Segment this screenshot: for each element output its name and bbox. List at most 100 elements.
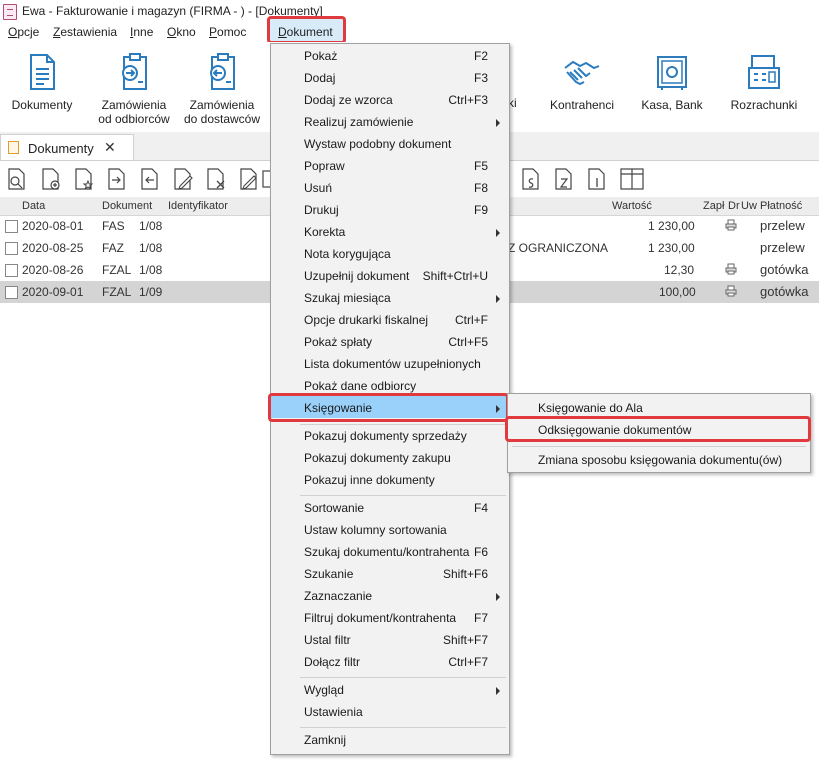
menu-item-zamknij[interactable]: Zamknij	[304, 733, 346, 747]
row-checkbox[interactable]	[5, 242, 18, 255]
submenu-item-ksiegowanie-do-ala[interactable]: Księgowanie do Ala	[538, 401, 643, 415]
menu-item-pokazuj-inne[interactable]: Pokazuj inne dokumenty	[304, 473, 435, 487]
column-header-wartosc[interactable]: Wartość	[612, 200, 652, 212]
column-header-dr[interactable]: Dr	[728, 200, 740, 212]
menu-item-dolacz-filtr[interactable]: Dołącz filtr	[304, 655, 360, 669]
shortcut-popraw: F5	[473, 159, 488, 173]
ribbon-kontrahenci-button[interactable]: Kontrahenci	[544, 52, 620, 112]
outgoing-order-icon	[210, 53, 235, 90]
menu-item-ustawienia[interactable]: Ustawienia	[304, 705, 363, 719]
add-document-icon[interactable]	[40, 167, 62, 191]
row-checkbox[interactable]	[5, 264, 18, 277]
printer-icon	[725, 219, 737, 231]
cash-register-icon	[748, 55, 780, 89]
similar-document-icon[interactable]	[139, 167, 161, 191]
edit-document-icon[interactable]	[172, 167, 194, 191]
row-date: 2020-09-01	[22, 285, 84, 299]
menu-dokument[interactable]: Dokument	[278, 25, 333, 39]
close-tab-icon[interactable]: ✕	[104, 139, 116, 156]
row-number: 1/08	[139, 263, 163, 277]
menu-item-szukaj-dokumentu[interactable]: Szukaj dokumentu/kontrahenta	[304, 545, 469, 559]
submenu-item-zmiana-sposobu[interactable]: Zmiana sposobu księgowania dokumentu(ów)	[538, 453, 782, 467]
row-payment: przelew	[760, 240, 805, 255]
menu-separator	[300, 677, 506, 678]
menu-item-uzupelnij-dokument[interactable]: Uzupełnij dokument	[304, 269, 409, 283]
row-value: 1 230,00	[648, 241, 695, 255]
ribbon-dokumenty-button[interactable]: Dokumenty	[6, 52, 78, 112]
menu-inne[interactable]: Inne	[130, 25, 153, 39]
menu-item-dodaj-ze-wzorca[interactable]: Dodaj ze wzorca	[304, 93, 393, 107]
menu-item-zaznaczanie[interactable]: Zaznaczanie	[304, 589, 372, 603]
submenu-arrow-icon	[496, 593, 500, 601]
column-header-dokument[interactable]: Dokument	[102, 200, 152, 212]
row-date: 2020-08-01	[22, 219, 84, 233]
menu-item-popraw[interactable]: Popraw	[304, 159, 345, 173]
sort-s-icon[interactable]	[520, 167, 542, 191]
menu-item-ustal-filtr[interactable]: Ustal filtr	[304, 633, 351, 647]
shortcut-usun: F8	[473, 181, 488, 195]
column-header-identyfikator[interactable]: Identyfikator	[168, 200, 228, 212]
realize-order-icon[interactable]	[106, 167, 128, 191]
menu-item-szukanie[interactable]: Szukanie	[304, 567, 353, 581]
row-value: 1 230,00	[648, 219, 695, 233]
sort-z-icon[interactable]	[553, 167, 575, 191]
print-partial-icon[interactable]	[262, 167, 270, 191]
menu-item-filtruj[interactable]: Filtruj dokument/kontrahenta	[304, 611, 456, 625]
column-header-platnosc[interactable]: Płatność	[760, 200, 802, 212]
add-from-template-icon[interactable]	[73, 167, 95, 191]
ribbon-kasa-bank-button[interactable]: Kasa, Bank	[636, 52, 708, 112]
shortcut-dodaj: F3	[473, 71, 488, 85]
menu-item-lista-dokumentow[interactable]: Lista dokumentów uzupełnionych	[304, 357, 481, 371]
menu-item-pokaz-splaty[interactable]: Pokaż spłaty	[304, 335, 372, 349]
preview-document-icon[interactable]	[6, 167, 28, 191]
row-checkbox[interactable]	[5, 220, 18, 233]
shortcut-dolacz-filtr: Ctrl+F7	[448, 655, 488, 669]
menu-item-korekta[interactable]: Korekta	[304, 225, 345, 239]
row-checkbox[interactable]	[5, 286, 18, 299]
menu-item-usun[interactable]: Usuń	[304, 181, 332, 195]
menu-item-nota-korygujaca[interactable]: Nota korygująca	[304, 247, 391, 261]
menu-item-ustaw-kolumny[interactable]: Ustaw kolumny sortowania	[304, 523, 447, 537]
ribbon-rozrachunki-button[interactable]: Rozrachunki	[724, 52, 804, 112]
shortcut-ustal-filtr: Shift+F7	[442, 633, 488, 647]
menu-item-wyglad[interactable]: Wygląd	[304, 683, 344, 697]
menu-item-pokazuj-zakupu[interactable]: Pokazuj dokumenty zakupu	[304, 451, 451, 465]
menu-item-realizuj-zamowienie[interactable]: Realizuj zamówienie	[304, 115, 413, 129]
ribbon-zam-dost-label-2: do dostawców	[183, 112, 261, 126]
menu-item-pokazuj-sprzedazy[interactable]: Pokazuj dokumenty sprzedaży	[304, 429, 467, 443]
row-number: 1/09	[139, 285, 163, 299]
row-value: 12,30	[664, 263, 695, 277]
menu-opcje[interactable]: Opcje	[8, 25, 39, 39]
ribbon-zam-odb-label-2: od odbiorców	[98, 112, 170, 126]
row-type: FZAL	[102, 263, 132, 277]
menu-separator	[300, 424, 506, 425]
ribbon-zamowienia-dostawcow-button[interactable]: Zamówienia do dostawców	[180, 52, 264, 126]
menu-pomoc[interactable]: Pomoc	[209, 25, 246, 39]
menu-zestawienia[interactable]: Zestawienia	[53, 25, 117, 39]
row-name: Z OGRANICZONA	[508, 241, 609, 255]
menu-item-pokaz[interactable]: Pokaż	[304, 49, 337, 63]
menu-okno[interactable]: Okno	[167, 25, 196, 39]
menu-item-wystaw-podobny[interactable]: Wystaw podobny dokument	[304, 137, 451, 151]
row-number: 1/08	[139, 219, 163, 233]
sort-i-icon[interactable]	[586, 167, 608, 191]
edit-note-icon[interactable]	[238, 167, 260, 191]
menu-separator	[300, 727, 506, 728]
menu-item-dodaj[interactable]: Dodaj	[304, 71, 335, 85]
ribbon-zamowienia-odbiorcow-button[interactable]: Zamówienia od odbiorców	[92, 52, 176, 126]
menu-item-opcje-drukarki[interactable]: Opcje drukarki fiskalnej	[304, 313, 428, 327]
menu-item-szukaj-miesiaca[interactable]: Szukaj miesiąca	[304, 291, 391, 305]
ribbon-zam-dost-label-1: Zamówienia	[189, 98, 255, 112]
columns-icon[interactable]	[619, 167, 645, 191]
column-header-data[interactable]: Data	[22, 200, 45, 212]
row-value: 100,00	[659, 285, 696, 299]
submenu-arrow-icon	[496, 687, 500, 695]
column-header-uw[interactable]: Uw	[741, 200, 757, 212]
menu-item-pokaz-dane-odbiorcy[interactable]: Pokaż dane odbiorcy	[304, 379, 416, 393]
ribbon-rozrachunki-label: Rozrachunki	[730, 98, 798, 112]
delete-document-icon[interactable]	[205, 167, 227, 191]
menu-item-drukuj[interactable]: Drukuj	[304, 203, 339, 217]
shortcut-opcje-drukarki: Ctrl+F	[455, 313, 488, 327]
menu-item-sortowanie[interactable]: Sortowanie	[304, 501, 364, 515]
column-header-zapl[interactable]: Zapł	[703, 200, 724, 212]
